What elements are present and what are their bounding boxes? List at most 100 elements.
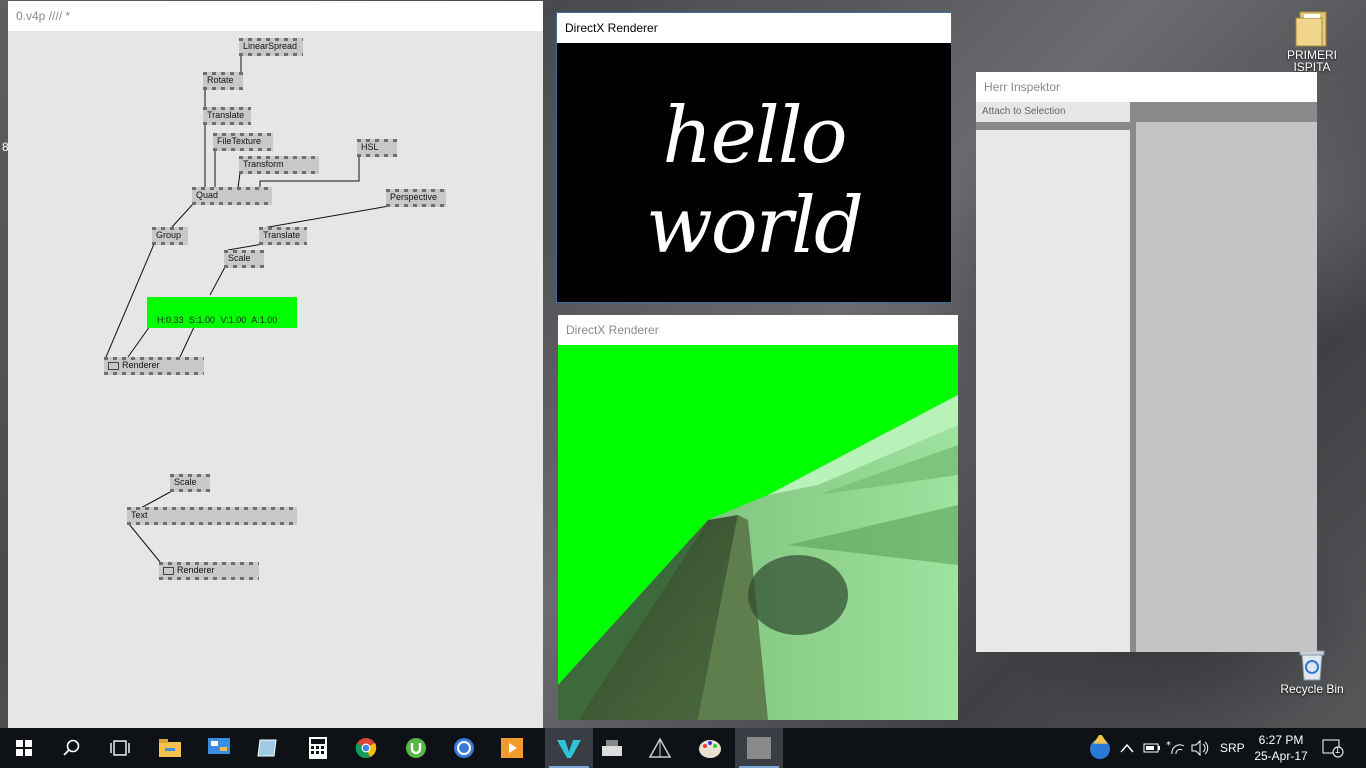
renderer-toggle-icon [163, 566, 174, 575]
inspector-header-bar [1130, 102, 1317, 122]
taskbar-vvvv[interactable] [545, 728, 593, 768]
node-label: Translate [207, 110, 245, 120]
node-label: Group [156, 230, 182, 240]
taskbar-notepad[interactable] [243, 728, 291, 768]
taskbar-calculator[interactable] [294, 728, 342, 768]
inspector-title[interactable]: Herr Inspektor [976, 72, 1317, 102]
color-io-box[interactable]: H:0.33 S:1.00 V:1.00 A:1.00 [147, 297, 297, 328]
inspector-node-list[interactable] [976, 130, 1130, 652]
battery-icon [1143, 743, 1160, 753]
node-label: Perspective [390, 192, 438, 202]
warning-shield-icon [1090, 735, 1110, 759]
node-label: Renderer [177, 565, 215, 575]
node-scale[interactable]: Scale [224, 250, 264, 268]
desktop-icon-recycle-bin[interactable]: Recycle Bin [1278, 648, 1346, 696]
renderer-2-title[interactable]: DirectX Renderer [558, 315, 958, 345]
node-quad[interactable]: Quad [192, 187, 272, 205]
task-view-button[interactable] [96, 728, 144, 768]
node-label: Renderer [122, 360, 160, 370]
tray-battery[interactable] [1143, 728, 1161, 768]
inspector-left-header-bar [976, 122, 1130, 130]
taskbar-paint[interactable] [686, 728, 734, 768]
taskbar-file-explorer[interactable] [146, 728, 194, 768]
start-button[interactable] [0, 728, 48, 768]
node-label: Scale [174, 477, 197, 487]
node-label: Transform [243, 159, 284, 169]
tray-clock[interactable]: 6:27 PM 25-Apr-17 [1254, 728, 1308, 768]
node-label: Text [131, 510, 148, 520]
inspector-pin-list[interactable] [1136, 122, 1317, 652]
node-rotate[interactable]: Rotate [203, 72, 243, 90]
obs-icon [454, 738, 474, 758]
taskbar-obs[interactable] [440, 728, 488, 768]
media-player-icon [501, 738, 523, 758]
attach-to-selection-toggle[interactable]: Attach to Selection [976, 102, 1130, 122]
file-explorer-icon [159, 739, 181, 757]
taskbar-media-player[interactable] [488, 728, 536, 768]
vvvv-icon [557, 740, 581, 758]
render-text: hello world [646, 91, 864, 271]
clock-date: 25-Apr-17 [1254, 749, 1308, 763]
node-translate[interactable]: Translate [203, 107, 251, 125]
chevron-up-icon [1120, 743, 1134, 753]
tray-language[interactable]: SRP [1220, 728, 1245, 768]
notification-icon [1322, 739, 1344, 758]
tools-icon [602, 740, 622, 756]
patch-editor-window[interactable]: 0.v4p //// * LinearSpread Rotate Transla… [8, 1, 543, 728]
node-renderer[interactable]: Renderer [104, 357, 204, 375]
node-group[interactable]: Group [152, 227, 188, 245]
control-panel-icon [208, 738, 230, 754]
folder-icon [1295, 11, 1327, 47]
node-translate-2[interactable]: Translate [259, 227, 307, 245]
tray-network[interactable]: * [1166, 728, 1186, 768]
volume-icon [1191, 740, 1209, 756]
node-label: Translate [263, 230, 301, 240]
renderer-toggle-icon [108, 361, 119, 370]
tray-overflow-button[interactable] [1120, 728, 1134, 768]
node-text[interactable]: Text [127, 507, 297, 525]
renderer-window-1[interactable]: DirectX Renderer hello world [556, 12, 952, 303]
notification-count: 1 [1335, 745, 1341, 755]
recycle-bin-icon [1299, 650, 1325, 681]
node-perspective[interactable]: Perspective [386, 189, 446, 207]
calculator-icon [309, 737, 327, 759]
tray-volume[interactable] [1191, 728, 1209, 768]
clock-time: 6:27 PM [1258, 733, 1304, 747]
desktop-icon-primeri[interactable]: PRIMERI ISPITA [1284, 8, 1340, 74]
taskbar-window[interactable] [735, 728, 783, 768]
svg-text:*: * [1166, 740, 1171, 751]
node-label: Rotate [207, 75, 234, 85]
taskbar-tools[interactable] [588, 728, 636, 768]
wifi-icon: * [1166, 740, 1185, 755]
taskbar-chrome[interactable] [342, 728, 390, 768]
renderer-1-title[interactable]: DirectX Renderer [557, 13, 951, 43]
node-linearspread[interactable]: LinearSpread [239, 38, 303, 56]
search-icon [63, 739, 80, 756]
tray-notify-app[interactable] [1088, 728, 1114, 768]
action-center-button[interactable]: 1 [1322, 728, 1344, 768]
taskbar-control-panel[interactable] [195, 728, 243, 768]
patch-connections [105, 55, 390, 563]
mesh-icon [648, 737, 672, 758]
renderer-window-2[interactable]: DirectX Renderer [558, 315, 958, 720]
node-filetexture[interactable]: FileTexture [213, 133, 273, 151]
inspector-window[interactable]: Herr Inspektor Attach to Selection [976, 72, 1317, 652]
node-label: FileTexture [217, 136, 262, 146]
node-label: Quad [196, 190, 219, 200]
desktop-icon-label: Recycle Bin [1280, 682, 1344, 696]
color-io-value: H:0.33 S:1.00 V:1.00 A:1.00 [157, 315, 278, 325]
window-icon [747, 737, 771, 759]
node-label: LinearSpread [243, 41, 298, 51]
node-scale-2[interactable]: Scale [170, 474, 210, 492]
node-renderer-2[interactable]: Renderer [159, 562, 259, 580]
search-button[interactable] [48, 728, 96, 768]
node-transform[interactable]: Transform [239, 156, 319, 174]
start-icon [16, 740, 32, 756]
paint-icon [699, 740, 721, 758]
taskbar-utorrent[interactable] [392, 728, 440, 768]
notepad-icon [257, 739, 277, 757]
node-hsl[interactable]: HSL [357, 139, 397, 157]
taskbar-mesh[interactable] [636, 728, 684, 768]
render-scene [558, 395, 958, 720]
node-label: Scale [228, 253, 251, 263]
